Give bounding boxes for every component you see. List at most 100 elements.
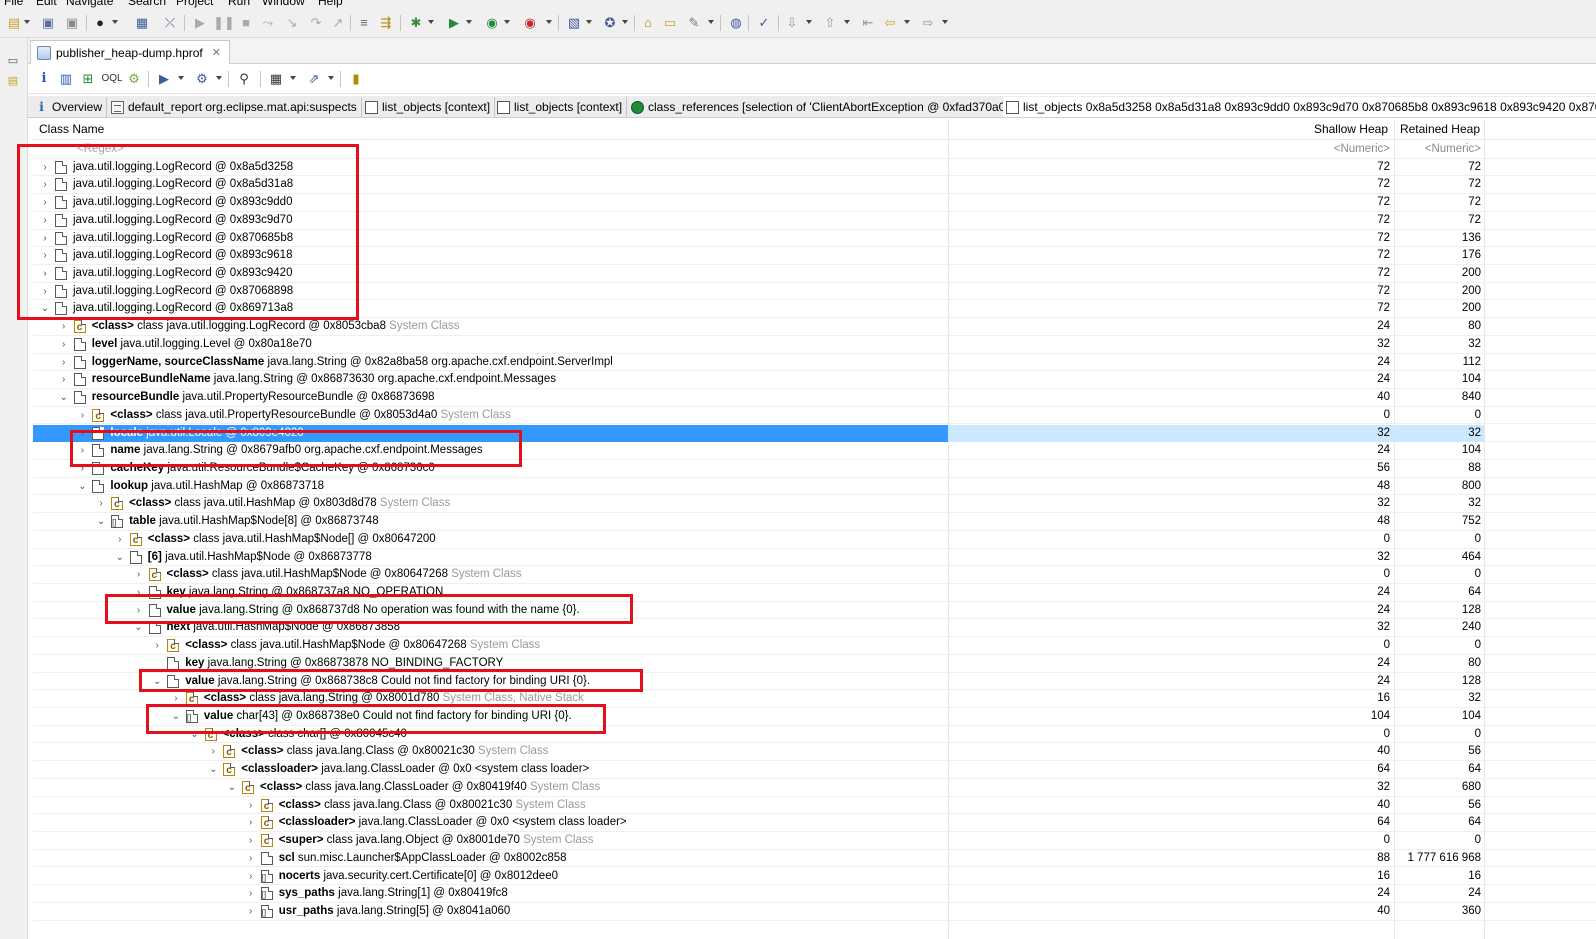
menu-help[interactable]: Help: [318, 0, 343, 8]
table-row[interactable]: › <class> class java.lang.Class @ 0x80021…: [33, 743, 1596, 762]
new-java-project-icon[interactable]: ▧: [566, 15, 582, 31]
oql-icon[interactable]: OQL: [101, 71, 122, 87]
table-row[interactable]: › <classloader> java.lang.ClassLoader @ 0…: [33, 814, 1596, 833]
table-row[interactable]: ⌄ [6] java.util.HashMap$Node @ 0x86873778…: [33, 549, 1596, 567]
suspend-icon[interactable]: ❚❚: [213, 15, 235, 31]
expand-chevron-icon[interactable]: ›: [39, 230, 51, 247]
menu-window[interactable]: Window: [262, 0, 305, 8]
last-edit-icon[interactable]: ⇤: [860, 15, 876, 31]
drop-frame-icon[interactable]: ≡: [356, 15, 372, 31]
regex-filter-input[interactable]: <Regex>: [77, 141, 124, 158]
dominator-tree-icon[interactable]: ⊞: [80, 71, 96, 87]
table-row[interactable]: ⌄ <class> class char[] @ 0x80045c40 0 0: [33, 726, 1596, 744]
collapse-chevron-icon[interactable]: ⌄: [58, 389, 70, 406]
tab-overview[interactable]: i Overview: [32, 97, 108, 117]
collapse-chevron-icon[interactable]: ⌄: [151, 673, 163, 690]
expand-chevron-icon[interactable]: ›: [58, 318, 70, 335]
skip-breakpoints-icon[interactable]: ⤫: [162, 15, 178, 31]
shallow-filter-input[interactable]: <Numeric>: [948, 141, 1394, 158]
collapse-chevron-icon[interactable]: ⌄: [133, 619, 145, 636]
table-row[interactable]: › java.util.logging.LogRecord @ 0x8706889…: [33, 283, 1596, 301]
table-row[interactable]: key java.lang.String @ 0x86873878 NO_BIN…: [33, 655, 1596, 673]
table-row[interactable]: › java.util.logging.LogRecord @ 0x893c9d7…: [33, 212, 1596, 230]
expand-chevron-icon[interactable]: ›: [133, 584, 145, 601]
expand-chevron-icon[interactable]: ›: [76, 460, 88, 477]
expand-chevron-icon[interactable]: ›: [76, 442, 88, 459]
table-row[interactable]: › name java.lang.String @ 0x8679afb0 org.…: [33, 442, 1596, 460]
tab-heap-dump[interactable]: publisher_heap-dump.hprof ✕: [30, 40, 230, 64]
overview-info-icon[interactable]: i: [36, 71, 52, 87]
table-row[interactable]: › java.util.logging.LogRecord @ 0x893c9dd…: [33, 194, 1596, 212]
disconnect-icon[interactable]: ⤳: [260, 15, 276, 31]
heap-dump-icon[interactable]: ●: [92, 15, 108, 31]
table-row[interactable]: › resourceBundleName java.lang.String @ 0…: [33, 371, 1596, 390]
debug-icon[interactable]: ✱: [408, 15, 424, 31]
search-icon[interactable]: ⚲: [236, 71, 252, 87]
table-row[interactable]: › cacheKey java.util.ResourceBundle$Cache…: [33, 460, 1596, 478]
expand-chevron-icon[interactable]: ›: [245, 850, 257, 867]
table-row[interactable]: ⌄ table java.util.HashMap$Node[8] @ 0x868…: [33, 513, 1596, 531]
table-row[interactable]: › <class> class java.util.PropertyResourc…: [33, 407, 1596, 425]
table-row[interactable]: › <class> class java.lang.String @ 0x8001…: [33, 690, 1596, 708]
expand-chevron-icon[interactable]: ›: [245, 832, 257, 849]
table-row[interactable]: › usr_paths java.lang.String[5] @ 0x8041a…: [33, 903, 1596, 921]
tab-class-references[interactable]: class_references [selection of 'ClientAb…: [628, 97, 1016, 117]
previous-annotation-icon[interactable]: ⇧: [822, 15, 838, 31]
table-row[interactable]: › <class> class java.util.HashMap$Node @ …: [33, 566, 1596, 584]
open-type-icon[interactable]: ⌂: [640, 15, 656, 31]
menu-project[interactable]: Project: [176, 0, 213, 8]
collapse-chevron-icon[interactable]: ⌄: [170, 708, 182, 725]
expand-chevron-icon[interactable]: ›: [151, 637, 163, 654]
open-task-icon[interactable]: ▭: [662, 15, 678, 31]
table-row[interactable]: › value java.lang.String @ 0x868737d8 No …: [33, 602, 1596, 620]
column-retained-heap[interactable]: Retained Heap: [1400, 122, 1480, 136]
expand-chevron-icon[interactable]: ›: [245, 885, 257, 902]
expand-chevron-icon[interactable]: ›: [39, 247, 51, 264]
external-tools-icon[interactable]: ◉: [522, 15, 538, 31]
step-into-icon[interactable]: ↘: [284, 15, 300, 31]
collapse-chevron-icon[interactable]: ⌄: [189, 726, 201, 743]
expand-chevron-icon[interactable]: ›: [245, 797, 257, 814]
table-row[interactable]: › <class> class java.lang.Class @ 0x80021…: [33, 797, 1596, 815]
new-icon[interactable]: ▤: [6, 15, 22, 31]
collapse-chevron-icon[interactable]: ⌄: [226, 779, 238, 796]
expand-chevron-icon[interactable]: ›: [58, 336, 70, 353]
table-row[interactable]: ⌄ lookup java.util.HashMap @ 0x86873718 48…: [33, 478, 1596, 496]
tab-list-objects-context-1[interactable]: list_objects [context]: [362, 97, 496, 117]
expand-chevron-icon[interactable]: ›: [207, 743, 219, 760]
column-class-name[interactable]: Class Name: [39, 122, 104, 136]
collapse-chevron-icon[interactable]: ⌄: [39, 300, 51, 317]
calculate-retained-icon[interactable]: ▮: [348, 71, 364, 87]
table-row[interactable]: › scl sun.misc.Launcher$AppClassLoader @ …: [33, 850, 1596, 868]
table-row[interactable]: › java.util.logging.LogRecord @ 0x8a5d325…: [33, 159, 1596, 177]
run-icon[interactable]: ▶: [446, 15, 462, 31]
menu-navigate[interactable]: Navigate: [66, 0, 113, 8]
close-icon[interactable]: ✕: [212, 46, 221, 59]
terminate-icon[interactable]: ■: [238, 15, 254, 31]
group-by-icon[interactable]: ▦: [268, 71, 284, 87]
table-row[interactable]: › sys_paths java.lang.String[1] @ 0x80419…: [33, 885, 1596, 903]
menu-search[interactable]: Search: [128, 0, 166, 8]
table-row[interactable]: › java.util.logging.LogRecord @ 0x870685b…: [33, 230, 1596, 248]
expand-chevron-icon[interactable]: [151, 655, 163, 672]
collapse-chevron-icon[interactable]: ⌄: [207, 761, 219, 778]
expand-chevron-icon[interactable]: ›: [39, 283, 51, 300]
expand-chevron-icon[interactable]: ›: [95, 495, 107, 512]
thread-overview-icon[interactable]: ⚙: [126, 71, 142, 87]
restore-icon[interactable]: ▭: [6, 54, 20, 68]
coverage-icon[interactable]: ◉: [484, 15, 500, 31]
expand-chevron-icon[interactable]: ›: [245, 814, 257, 831]
query-browser-icon[interactable]: ⚙: [194, 71, 210, 87]
expand-chevron-icon[interactable]: ›: [39, 176, 51, 193]
tab-list-objects-context-2[interactable]: list_objects [context]: [494, 97, 628, 117]
resume-icon[interactable]: ▶: [192, 15, 208, 31]
expand-chevron-icon[interactable]: ›: [58, 354, 70, 371]
collapse-chevron-icon[interactable]: ⌄: [114, 549, 126, 566]
save-all-icon[interactable]: ▣: [64, 15, 80, 31]
table-row[interactable]: › java.util.logging.LogRecord @ 0x893c942…: [33, 265, 1596, 283]
save-icon[interactable]: ▣: [40, 15, 56, 31]
menu-file[interactable]: File: [4, 0, 23, 8]
collapse-chevron-icon[interactable]: ⌄: [95, 513, 107, 530]
globe-icon[interactable]: ◍: [728, 15, 744, 31]
table-row[interactable]: › java.util.logging.LogRecord @ 0x8a5d31a…: [33, 176, 1596, 195]
